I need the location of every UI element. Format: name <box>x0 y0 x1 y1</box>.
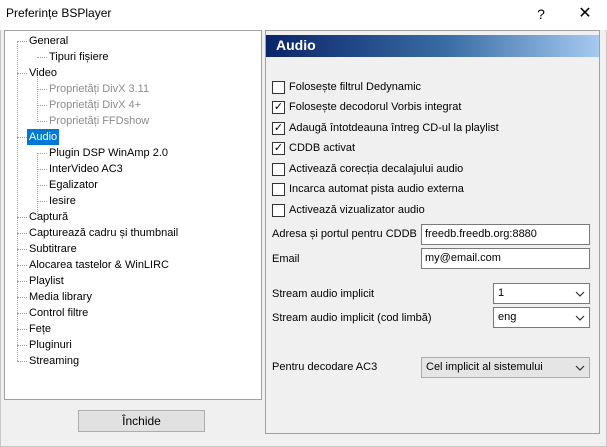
checkbox-label: Folosește filtrul Dedynamic <box>289 81 422 93</box>
panel-header: Audio <box>266 35 599 57</box>
email-label: Email <box>272 253 300 265</box>
ac3-decoder-select[interactable]: Cel implicit al sistemului <box>421 357 590 378</box>
tree-item-label: Tipuri fișiere <box>49 51 109 63</box>
chevron-down-icon <box>575 315 585 321</box>
tree-item-label: General <box>29 35 69 47</box>
tree-item-label: Proprietăți FFDshow <box>49 115 150 127</box>
checkbox-box[interactable]: ✓ <box>272 122 285 135</box>
tree-item-label: InterVideo AC3 <box>49 163 123 175</box>
preferences-tree[interactable]: General Tipuri fișiere Video Proprietăți… <box>4 30 262 400</box>
tree-item-label: Playlist <box>29 275 64 287</box>
tree-item-label: Proprietăți DivX 4+ <box>49 99 142 111</box>
tree-item-label: Proprietăți DivX 3.11 <box>49 83 150 95</box>
select-value: eng <box>498 311 517 323</box>
select-value: 1 <box>498 287 505 299</box>
stream-default-label: Stream audio implicit <box>272 288 375 300</box>
window-title: Preferințe BSPlayer <box>6 6 112 20</box>
cddb-label: Adresa și portul pentru CDDB <box>272 228 417 240</box>
checkbox-label: Activează corecția decalajului audio <box>289 163 464 175</box>
tree-item-label: Alocarea tastelor & WinLIRC <box>29 259 169 271</box>
help-button[interactable]: ? <box>519 0 563 30</box>
checkbox-label: Adaugă întotdeauna întreg CD-ul la playl… <box>289 122 499 134</box>
tree-item-label: Pluginuri <box>29 339 72 351</box>
tree-item-label: Control filtre <box>29 307 89 319</box>
close-window-button[interactable]: ✕ <box>563 0 607 30</box>
stream-default-select[interactable]: 1 <box>493 283 590 304</box>
tree-item-label: Iesire <box>49 195 76 207</box>
checkbox-box[interactable]: ✓ <box>272 142 285 155</box>
tree-item-label: Egalizator <box>49 179 98 191</box>
checkbox-label: Incarca automat pista audio externa <box>289 183 464 195</box>
cddb-field[interactable]: freedb.freedb.org:8880 <box>421 224 590 245</box>
tree-item-label: Media library <box>29 291 92 303</box>
checkbox-box[interactable] <box>272 163 285 176</box>
checkbox-box[interactable] <box>272 204 285 217</box>
checkbox-label: Folosește decodorul Vorbis integrat <box>289 101 462 113</box>
tree-item-label: Captură <box>29 211 69 223</box>
checkbox-box[interactable] <box>272 81 285 94</box>
select-value: Cel implicit al sistemului <box>426 361 543 373</box>
stream-lang-select[interactable]: eng <box>493 307 590 328</box>
close-button[interactable]: Închide <box>78 410 205 432</box>
checkbox-label: CDDB activat <box>289 142 356 154</box>
checkbox-box[interactable] <box>272 183 285 196</box>
panel-title: Audio <box>276 37 316 53</box>
chevron-down-icon <box>575 365 585 371</box>
tree-item-label: Subtitrare <box>29 243 77 255</box>
title-bar: Preferințe BSPlayer ? ✕ <box>0 0 607 30</box>
tree-item-label: Capturează cadru și thumbnail <box>29 227 179 239</box>
checkbox-label: Activează vizualizator audio <box>289 204 425 216</box>
stream-lang-label: Stream audio implicit (cod limbă) <box>272 312 432 324</box>
tree-item-label: Audio <box>27 129 60 145</box>
tree-item-label: Streaming <box>29 355 80 367</box>
chevron-down-icon <box>575 291 585 297</box>
checkbox-box[interactable]: ✓ <box>272 101 285 114</box>
tree-item-label: Fețe <box>29 323 52 335</box>
tree-item-label: Video <box>29 67 57 79</box>
ac3-label: Pentru decodare AC3 <box>272 361 378 373</box>
email-field[interactable]: my@email.com <box>421 248 590 269</box>
tree-item-label: Plugin DSP WinAmp 2.0 <box>49 147 169 159</box>
